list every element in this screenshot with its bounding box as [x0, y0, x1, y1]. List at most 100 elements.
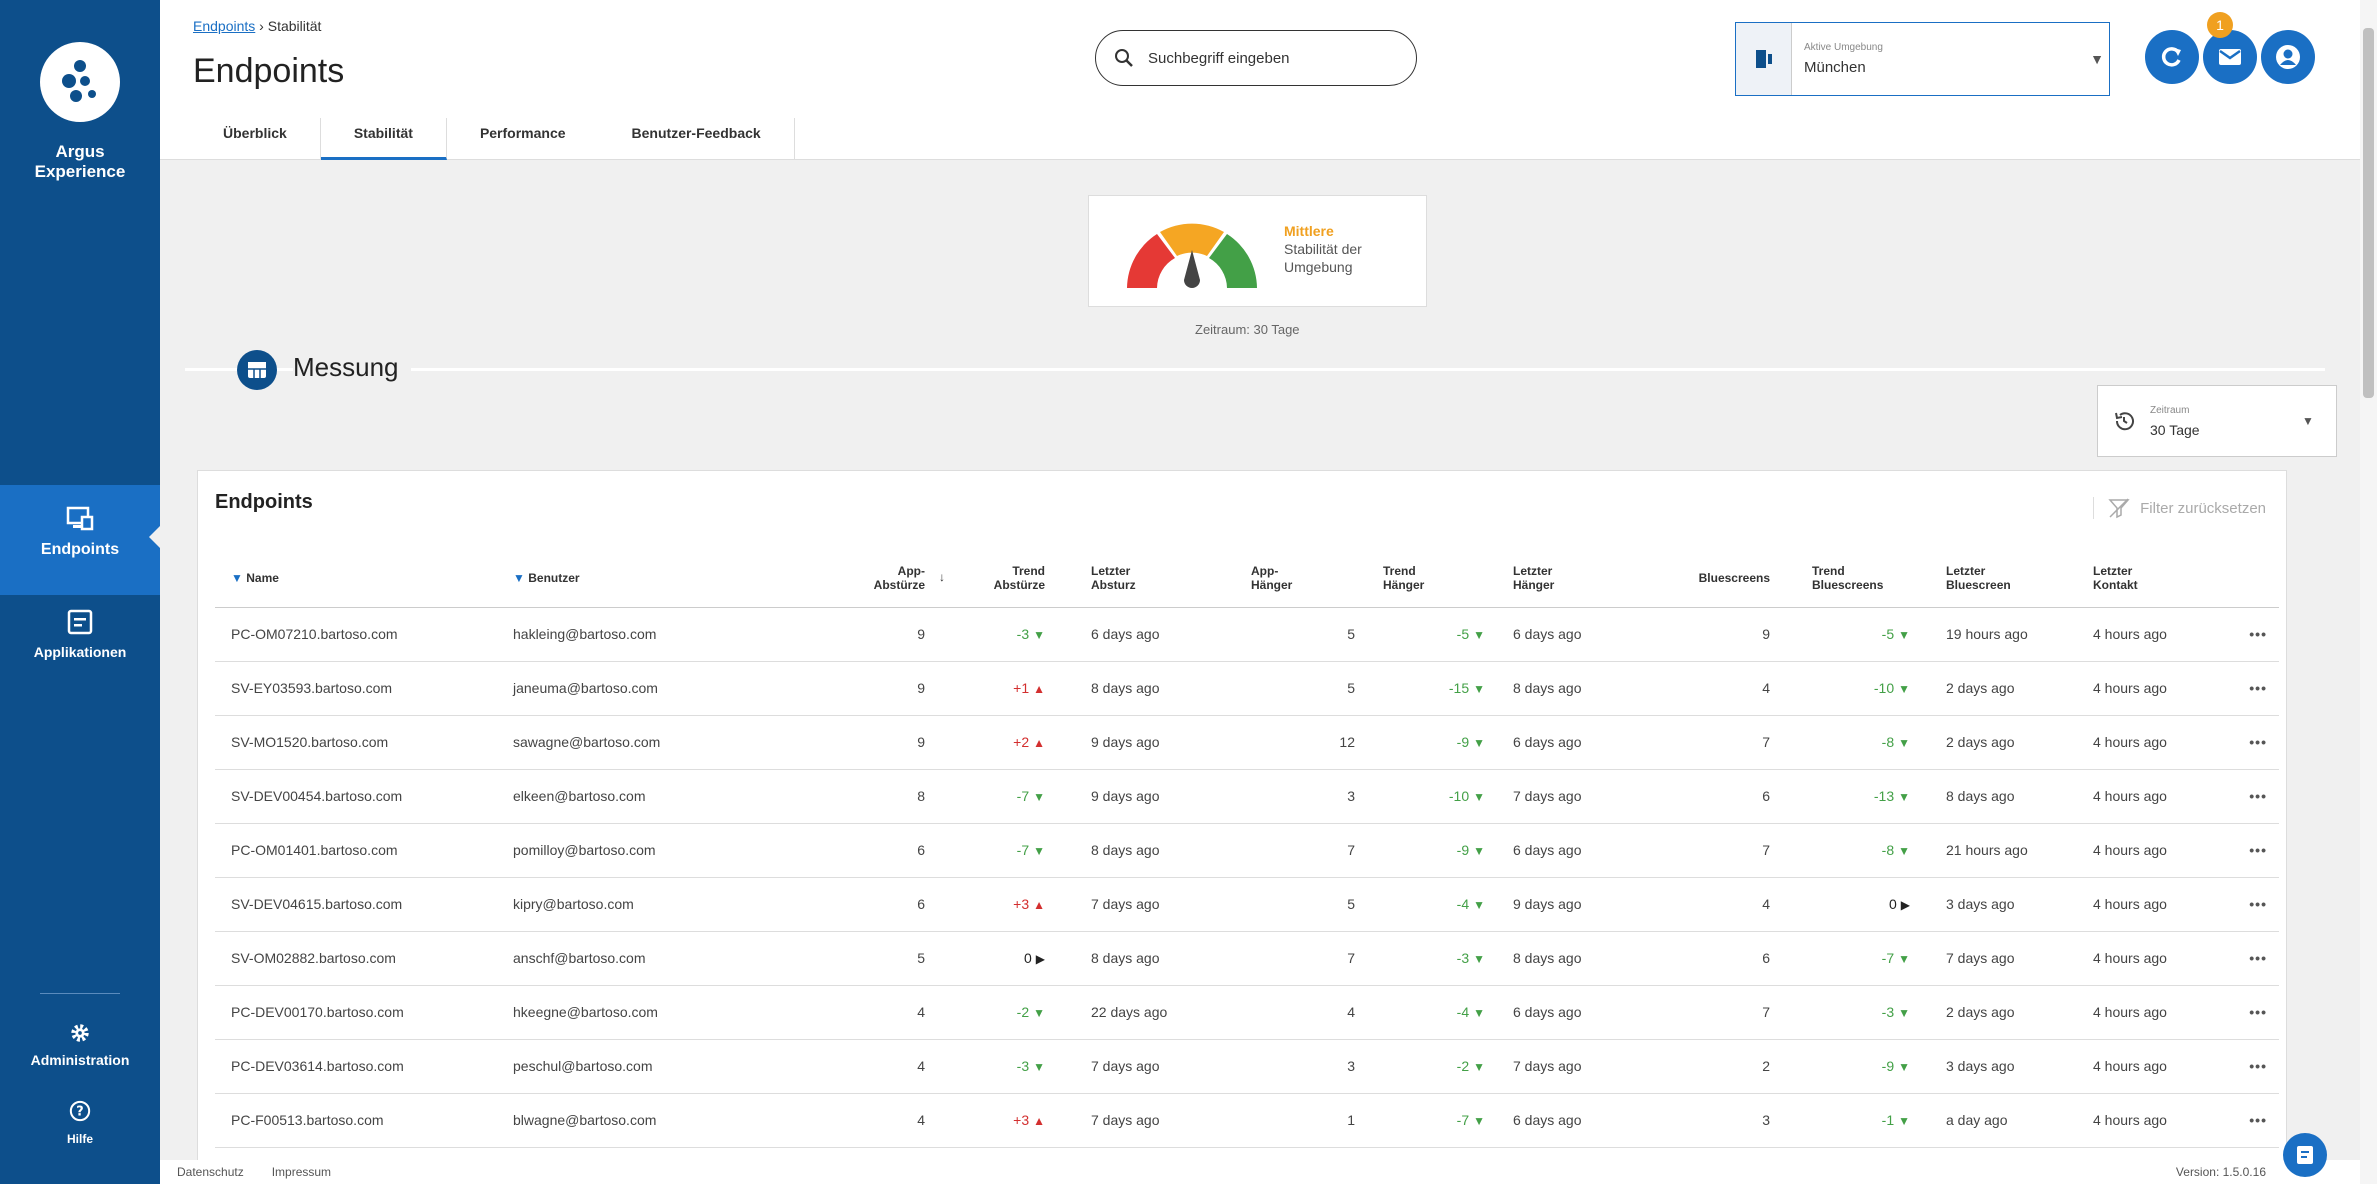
- cell-name[interactable]: PC-OM01401.bartoso.com: [215, 823, 513, 878]
- more-options-icon[interactable]: •••: [2223, 1093, 2279, 1148]
- more-options-icon[interactable]: •••: [2223, 823, 2279, 878]
- column-header-last-crash[interactable]: Letzter Absturz: [1073, 549, 1233, 608]
- imprint-link[interactable]: Impressum: [272, 1165, 331, 1179]
- environment-select[interactable]: Aktive Umgebung München ▼: [1735, 22, 2110, 96]
- notification-badge: 1: [2207, 12, 2233, 38]
- cell-last-contact: 4 hours ago: [2093, 1093, 2223, 1148]
- filter-icon[interactable]: ▼: [513, 571, 525, 585]
- sidebar-item-administration[interactable]: Administration: [0, 1022, 160, 1070]
- cell-user: pomilloy@bartoso.com: [513, 823, 793, 878]
- account-button[interactable]: [2261, 30, 2315, 84]
- column-header-last-bluescreen[interactable]: Letzter Bluescreen: [1938, 549, 2093, 608]
- cell-last-contact: 4 hours ago: [2093, 985, 2223, 1040]
- cell-name[interactable]: PC-DEV03614.bartoso.com: [215, 1039, 513, 1094]
- column-header-user[interactable]: ▼ Benutzer: [513, 549, 793, 608]
- gear-icon: [71, 1024, 89, 1042]
- cell-last-hang: 9 days ago: [1513, 877, 1678, 932]
- tab-ueberblick[interactable]: Überblick: [160, 118, 321, 160]
- cell-app-crashes: 4: [793, 1039, 953, 1094]
- cell-trend-hangs: -2 ▼: [1383, 1039, 1513, 1094]
- sidebar-item-hilfe[interactable]: ? Hilfe: [0, 1100, 160, 1148]
- version-text: Version: 1.5.0.16: [2175, 1165, 2266, 1179]
- more-options-icon[interactable]: •••: [2223, 877, 2279, 932]
- chat-button[interactable]: [2283, 1133, 2327, 1177]
- cell-last-hang: 6 days ago: [1513, 607, 1678, 662]
- refresh-button[interactable]: [2145, 30, 2199, 84]
- cell-last-crash: 6 days ago: [1073, 607, 1233, 662]
- more-options-icon[interactable]: •••: [2223, 985, 2279, 1040]
- cell-last-crash: 8 days ago: [1073, 661, 1233, 716]
- cell-name[interactable]: PC-DEV00170.bartoso.com: [215, 985, 513, 1040]
- table-row[interactable]: SV-DEV00454.bartoso.com elkeen@bartoso.co…: [215, 769, 2279, 824]
- table-row[interactable]: PC-F00513.bartoso.com blwagne@bartoso.com…: [215, 1093, 2279, 1148]
- footer: Datenschutz Impressum Version: 1.5.0.16: [160, 1160, 2360, 1184]
- column-header-trend-crashes[interactable]: Trend Abstürze: [953, 549, 1073, 608]
- table-row[interactable]: SV-MO1520.bartoso.com sawagne@bartoso.com…: [215, 715, 2279, 770]
- breadcrumb-link-endpoints[interactable]: Endpoints: [193, 18, 255, 34]
- more-options-icon[interactable]: •••: [2223, 1039, 2279, 1094]
- cell-name[interactable]: SV-DEV00454.bartoso.com: [215, 769, 513, 824]
- column-header-bluescreens[interactable]: Bluescreens: [1678, 549, 1798, 608]
- table-row[interactable]: SV-DEV04615.bartoso.com kipry@bartoso.com…: [215, 877, 2279, 932]
- tab-performance[interactable]: Performance: [447, 118, 599, 160]
- column-header-trend-hangs[interactable]: Trend Hänger: [1383, 549, 1513, 608]
- cell-name[interactable]: PC-F00513.bartoso.com: [215, 1093, 513, 1148]
- trend-down-icon: ▼: [1033, 1060, 1045, 1074]
- table-row[interactable]: PC-OM07210.bartoso.com hakleing@bartoso.c…: [215, 607, 2279, 662]
- cell-bluescreens: 2: [1678, 1039, 1798, 1094]
- cell-bluescreens: 3: [1678, 1093, 1798, 1148]
- card-title: Endpoints: [215, 491, 313, 513]
- cell-last-hang: 7 days ago: [1513, 1039, 1678, 1094]
- column-header-last-contact[interactable]: Letzter Kontakt: [2093, 549, 2223, 608]
- more-options-icon[interactable]: •••: [2223, 769, 2279, 824]
- cell-app-hangs: 12: [1233, 715, 1383, 770]
- cell-name[interactable]: PC-OM07210.bartoso.com: [215, 607, 513, 662]
- environment-label: Aktive Umgebung: [1804, 42, 1883, 53]
- table-row[interactable]: PC-OM01401.bartoso.com pomilloy@bartoso.c…: [215, 823, 2279, 878]
- cell-last-contact: 4 hours ago: [2093, 715, 2223, 770]
- gauge-line3: Umgebung: [1284, 259, 1353, 275]
- column-header-app-crashes[interactable]: ↓ App- Abstürze: [793, 549, 953, 608]
- table-row[interactable]: SV-OM02882.bartoso.com anschf@bartoso.com…: [215, 931, 2279, 986]
- more-options-icon[interactable]: •••: [2223, 661, 2279, 716]
- argus-logo[interactable]: [40, 42, 120, 122]
- trend-down-icon: ▼: [1033, 790, 1045, 804]
- tab-stabilitaet[interactable]: Stabilität: [320, 118, 447, 160]
- filter-icon[interactable]: ▼: [231, 571, 243, 585]
- cell-last-contact: 4 hours ago: [2093, 661, 2223, 716]
- cell-name[interactable]: SV-EY03593.bartoso.com: [215, 661, 513, 716]
- tab-benutzer-feedback[interactable]: Benutzer-Feedback: [599, 118, 795, 160]
- column-header-name[interactable]: ▼ Name: [215, 549, 513, 608]
- messages-button[interactable]: [2203, 30, 2257, 84]
- cell-trend-bluescreens: -1 ▼: [1798, 1093, 1938, 1148]
- trend-down-icon: ▼: [1898, 736, 1910, 750]
- cell-last-contact: 4 hours ago: [2093, 607, 2223, 662]
- table-row[interactable]: PC-DEV00170.bartoso.com hkeegne@bartoso.c…: [215, 985, 2279, 1040]
- more-options-icon[interactable]: •••: [2223, 931, 2279, 986]
- breadcrumb: Endpoints › Stabilität: [193, 18, 321, 34]
- column-header-app-hangs[interactable]: App- Hänger: [1233, 549, 1383, 608]
- more-options-icon[interactable]: •••: [2223, 607, 2279, 662]
- search-input[interactable]: Suchbegriff eingeben: [1095, 30, 1417, 86]
- zeitraum-select[interactable]: Zeitraum 30 Tage ▼: [2097, 385, 2337, 457]
- table-row[interactable]: SV-EY03593.bartoso.com janeuma@bartoso.co…: [215, 661, 2279, 716]
- search-placeholder: Suchbegriff eingeben: [1148, 49, 1290, 67]
- cell-name[interactable]: SV-OM02882.bartoso.com: [215, 931, 513, 986]
- more-options-icon[interactable]: •••: [2223, 715, 2279, 770]
- cell-last-crash: 9 days ago: [1073, 769, 1233, 824]
- table-row[interactable]: PC-DEV03614.bartoso.com peschul@bartoso.c…: [215, 1039, 2279, 1094]
- sidebar-item-endpoints[interactable]: Endpoints: [0, 485, 161, 595]
- column-header-trend-bluescreens[interactable]: Trend Bluescreens: [1798, 549, 1938, 608]
- trend-down-icon: ▼: [1898, 844, 1910, 858]
- filter-reset-button[interactable]: Filter zurücksetzen: [2093, 497, 2266, 519]
- scrollbar-thumb[interactable]: [2363, 28, 2374, 398]
- trend-down-icon: ▼: [1473, 844, 1485, 858]
- sidebar-divider: [40, 993, 120, 994]
- cell-name[interactable]: SV-MO1520.bartoso.com: [215, 715, 513, 770]
- cell-name[interactable]: SV-DEV04615.bartoso.com: [215, 877, 513, 932]
- sidebar-item-applikationen[interactable]: Applikationen: [0, 608, 160, 662]
- trend-down-icon: ▼: [1473, 682, 1485, 696]
- cell-app-crashes: 9: [793, 715, 953, 770]
- privacy-link[interactable]: Datenschutz: [177, 1165, 244, 1179]
- column-header-last-hang[interactable]: Letzter Hänger: [1513, 549, 1678, 608]
